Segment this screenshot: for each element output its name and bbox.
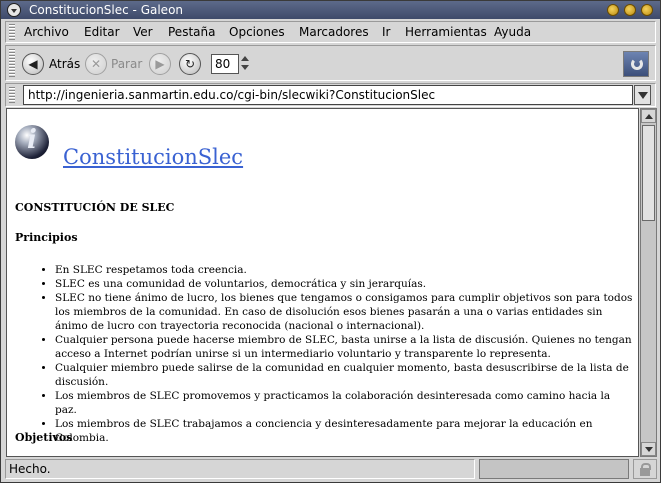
page-heading: CONSTITUCIÓN DE SLEC [15, 201, 175, 214]
close-icon[interactable] [641, 4, 653, 16]
browser-window: ConstitucionSlec - Galeon Archivo Editar… [0, 0, 661, 483]
scroll-down-icon[interactable] [641, 442, 656, 456]
vertical-scrollbar[interactable] [640, 108, 657, 457]
locationbar-grip[interactable] [9, 87, 15, 103]
zoom-down-icon[interactable] [240, 64, 250, 73]
toolbar-grip[interactable] [9, 49, 15, 77]
menu-marcadores[interactable]: Marcadores [299, 25, 369, 39]
list-item: Los miembros de SLEC promovemos y practi… [55, 389, 633, 417]
back-arrow-icon: ◀ [28, 57, 38, 71]
scrollbar-thumb[interactable] [642, 125, 655, 221]
menu-editar[interactable]: Editar [84, 25, 120, 39]
wiki-logo-icon[interactable]: i [15, 121, 51, 163]
list-item: Los miembros de SLEC trabajamos a concie… [55, 417, 633, 445]
menu-herramientas[interactable]: Herramientas [405, 25, 487, 39]
url-history-dropdown-icon[interactable] [634, 85, 651, 105]
security-lock-icon[interactable] [633, 459, 657, 479]
principios-heading: Principios [15, 231, 78, 244]
status-text: Hecho. [5, 459, 475, 479]
list-item: SLEC no tiene ánimo de lucro, los bienes… [55, 291, 633, 333]
page-content[interactable]: i ConstitucionSlec CONSTITUCIÓN DE SLEC … [6, 108, 639, 457]
minimize-icon[interactable] [607, 4, 619, 16]
page-title-link[interactable]: ConstitucionSlec [63, 145, 243, 169]
objetivos-heading: Objetivos [15, 431, 73, 444]
progress-bar [479, 459, 629, 479]
menubar-grip[interactable] [9, 24, 15, 40]
back-label[interactable]: Atrás [49, 57, 80, 71]
status-bar: Hecho. [5, 459, 658, 479]
list-item: Cualquier persona puede hacerse miembro … [55, 333, 633, 361]
menu-opciones[interactable]: Opciones [229, 25, 285, 39]
menu-ver[interactable]: Ver [133, 25, 153, 39]
window-menu-icon[interactable] [7, 3, 21, 17]
window-title: ConstitucionSlec - Galeon [29, 3, 184, 17]
scroll-up-icon[interactable] [641, 109, 656, 123]
principios-list: En SLEC respetamos toda creencia. SLEC e… [55, 263, 633, 445]
reload-icon: ↻ [184, 57, 196, 71]
stop-label[interactable]: Parar [111, 57, 142, 71]
menu-ayuda[interactable]: Ayuda [494, 25, 531, 39]
title-bar[interactable]: ConstitucionSlec - Galeon [1, 1, 660, 19]
menu-archivo[interactable]: Archivo [24, 25, 69, 39]
forward-arrow-icon: ▶ [155, 57, 165, 71]
location-bar: http://ingenieria.sanmartin.edu.co/cgi-b… [5, 83, 656, 107]
throbber-icon[interactable] [623, 51, 649, 77]
stop-button[interactable]: ✕ [85, 53, 107, 75]
menu-ir[interactable]: Ir [382, 25, 390, 39]
url-input[interactable]: http://ingenieria.sanmartin.edu.co/cgi-b… [23, 85, 633, 105]
list-item: SLEC es una comunidad de voluntarios, de… [55, 277, 633, 291]
menu-pestana[interactable]: Pestaña [168, 25, 215, 39]
navigation-toolbar: ◀ Atrás ✕ Parar ▶ ↻ 80 [5, 45, 656, 81]
back-button[interactable]: ◀ [22, 53, 44, 75]
list-item: Cualquier miembro puede salirse de la co… [55, 361, 633, 389]
list-item: En SLEC respetamos toda creencia. [55, 263, 633, 277]
reload-button[interactable]: ↻ [179, 53, 201, 75]
stop-x-icon: ✕ [90, 57, 102, 71]
menu-bar: Archivo Editar Ver Pestaña Opciones Marc… [5, 21, 656, 43]
forward-button[interactable]: ▶ [149, 53, 171, 75]
zoom-up-icon[interactable] [240, 54, 250, 63]
zoom-input[interactable]: 80 [211, 54, 239, 74]
maximize-icon[interactable] [624, 4, 636, 16]
